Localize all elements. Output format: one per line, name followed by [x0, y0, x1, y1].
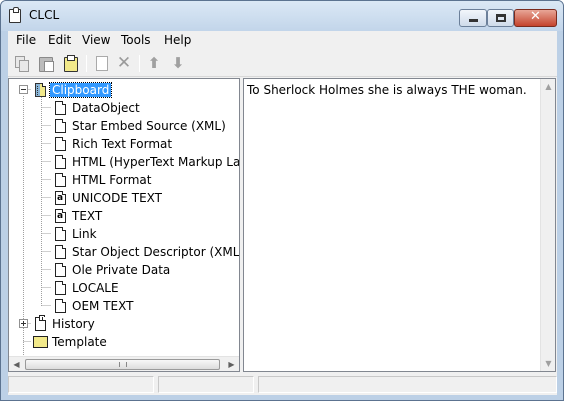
menu-bar: File Edit View Tools Help: [8, 31, 557, 50]
document-icon: [55, 299, 66, 313]
status-bar: [8, 373, 557, 395]
tree-node-label: TEXT: [72, 209, 103, 223]
tree-node-label: History: [52, 317, 95, 331]
menu-edit[interactable]: Edit: [48, 33, 71, 47]
scroll-right-icon[interactable]: ▶: [224, 357, 239, 371]
close-button[interactable]: ✕: [514, 9, 557, 27]
document-icon: [55, 263, 66, 277]
document-icon: [55, 281, 66, 295]
tree-horizontal-scrollbar[interactable]: ◀ ▶: [9, 356, 239, 371]
content-vertical-scrollbar[interactable]: ▲ ▼: [540, 79, 555, 371]
tree-node-label: Template: [52, 335, 107, 349]
tree-node-label: HTML Format: [72, 173, 152, 187]
maximize-button[interactable]: [487, 9, 514, 27]
clipboard-icon[interactable]: [61, 54, 79, 72]
tree-node-label: HTML (HyperText Markup Lang: [72, 155, 240, 169]
toolbar-separator: [139, 55, 140, 72]
clip-content-view[interactable]: To Sherlock Holmes she is always THE wom…: [243, 78, 556, 372]
menu-view[interactable]: View: [82, 33, 110, 47]
collapse-clipboard-toggle[interactable]: [19, 85, 28, 94]
clip-content-text[interactable]: To Sherlock Holmes she is always THE wom…: [247, 83, 527, 97]
menu-tools[interactable]: Tools: [121, 33, 151, 47]
scroll-left-icon[interactable]: ◀: [9, 357, 24, 371]
menu-file[interactable]: File: [16, 33, 36, 47]
client-area: File Edit View Tools Help ✕ ⬆ ⬇ Clipboar…: [8, 31, 557, 395]
text-document-icon: a: [55, 191, 66, 205]
document-icon: [55, 227, 66, 241]
copy-icon[interactable]: [13, 54, 31, 72]
tree-node-label: LOCALE: [72, 281, 119, 295]
toolbar: ✕ ⬆ ⬇: [8, 50, 557, 77]
history-icon: [35, 315, 46, 331]
document-icon: [55, 101, 66, 115]
window-title: CLCL: [29, 8, 60, 22]
clipboard-book-icon: [35, 83, 46, 97]
tree-node-label: UNICODE TEXT: [72, 191, 163, 205]
document-icon: [55, 137, 66, 151]
tree-node-label: DataObject: [72, 101, 140, 115]
delete-icon[interactable]: ✕: [115, 54, 133, 72]
toolbar-separator: [86, 55, 87, 72]
scrollbar-thumb[interactable]: [25, 359, 220, 370]
arrow-up-icon[interactable]: ⬆: [145, 54, 163, 72]
scroll-down-icon[interactable]: ▼: [541, 356, 556, 371]
tree-node-label: Star Object Descriptor (XML): [72, 245, 240, 259]
minimize-icon: [469, 19, 478, 22]
document-icon: [55, 173, 66, 187]
tree-node-label: Link: [72, 227, 97, 241]
menu-help[interactable]: Help: [164, 33, 191, 47]
maximize-icon: [496, 14, 506, 22]
new-document-icon[interactable]: [92, 54, 110, 72]
text-glyph: a: [57, 193, 64, 203]
expand-history-toggle[interactable]: [19, 319, 28, 328]
title-bar[interactable]: CLCL ✕: [1, 1, 563, 31]
document-icon: [55, 155, 66, 169]
clcl-app-icon[interactable]: [9, 7, 21, 23]
tree-node-label: Rich Text Format: [72, 137, 173, 151]
status-panel: [8, 376, 154, 393]
tree-node-label: OEM TEXT: [72, 299, 134, 313]
document-icon: [55, 119, 66, 133]
arrow-down-icon[interactable]: ⬇: [169, 54, 187, 72]
scroll-up-icon[interactable]: ▲: [541, 79, 556, 94]
tree-node-label: Ole Private Data: [72, 263, 171, 277]
text-glyph: a: [57, 211, 64, 221]
scrollbar-grip-icon: [119, 362, 127, 367]
paste-icon[interactable]: [37, 54, 55, 72]
clipboard-tree[interactable]: Clipboard DataObject Star Embed Source (…: [8, 78, 240, 372]
document-icon: [55, 245, 66, 259]
template-folder-icon: [33, 336, 48, 348]
text-document-icon: a: [55, 209, 66, 223]
tree-node-label: Clipboard: [48, 82, 113, 98]
status-panel: [258, 376, 557, 393]
tree-node-label: Star Embed Source (XML): [72, 119, 226, 133]
app-window: CLCL ✕ File Edit View Tools Help ✕ ⬆ ⬇ C…: [0, 0, 564, 401]
minimize-button[interactable]: [459, 9, 487, 27]
close-icon: ✕: [530, 9, 541, 24]
status-panel: [158, 376, 254, 393]
